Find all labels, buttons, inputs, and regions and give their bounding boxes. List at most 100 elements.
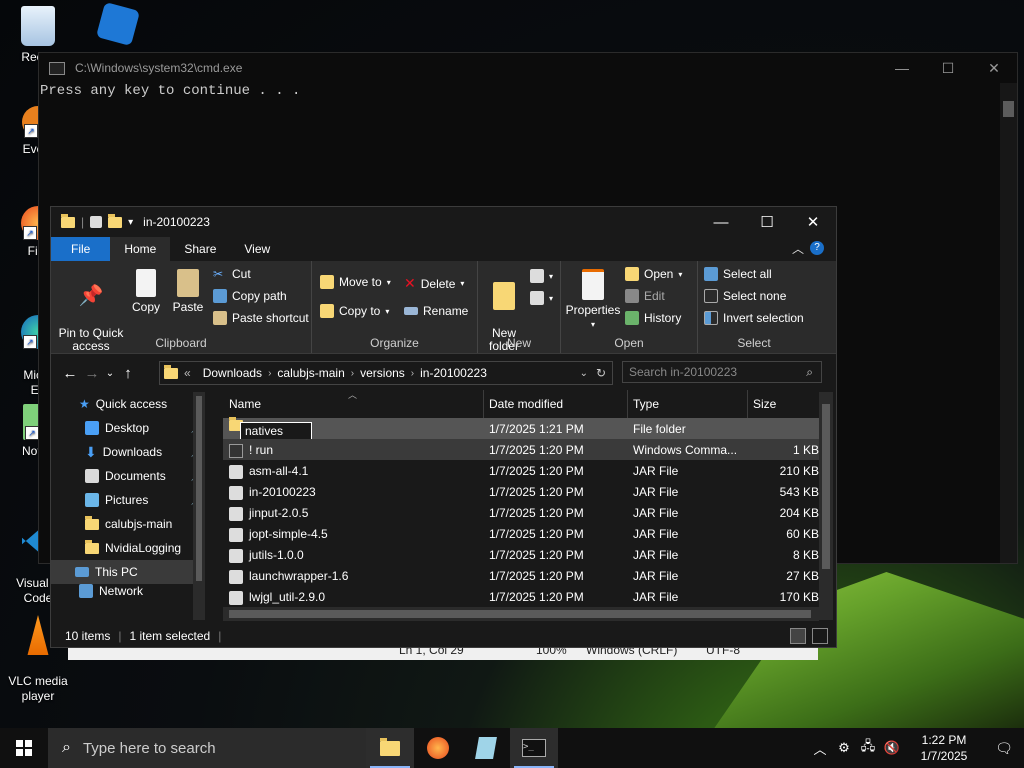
cut-button[interactable]: ✂ Cut xyxy=(213,267,251,281)
table-row[interactable]: launchwrapper-1.6 1/7/2025 1:20 PM JAR F… xyxy=(223,565,819,586)
navigation-scrollbar[interactable] xyxy=(193,392,205,620)
scissors-icon: ✂ xyxy=(213,267,224,281)
address-dropdown-icon[interactable]: ⌄ xyxy=(580,368,588,379)
start-button[interactable] xyxy=(0,728,48,768)
sidebar-item-pictures[interactable]: Pictures 📌 xyxy=(51,488,207,512)
breadcrumb-downloads[interactable]: Downloads xyxy=(203,366,262,380)
sidebar-item-quick-access[interactable]: ★ Quick access xyxy=(51,392,207,416)
help-icon[interactable]: ? xyxy=(810,241,824,255)
table-row[interactable]: jinput-2.0.5 1/7/2025 1:20 PM JAR File 2… xyxy=(223,502,819,523)
rename-button[interactable]: Rename xyxy=(404,304,468,318)
file-list-scrollbar[interactable] xyxy=(819,392,833,620)
invert-selection-button[interactable]: Invert selection xyxy=(704,311,804,325)
properties-quick-icon[interactable] xyxy=(90,216,103,228)
rename-input[interactable]: natives xyxy=(240,422,312,440)
tab-home[interactable]: Home xyxy=(110,237,171,261)
properties-button[interactable]: Properties ▾ xyxy=(565,269,621,331)
explorer-titlebar[interactable]: | ▾ in-20100223 — ☐ ✕ xyxy=(51,207,836,237)
table-row[interactable]: lwjgl_util-2.9.0 1/7/2025 1:20 PM JAR Fi… xyxy=(223,586,819,607)
column-size[interactable]: Size xyxy=(753,397,776,411)
close-button[interactable]: ✕ xyxy=(971,53,1017,83)
tab-share[interactable]: Share xyxy=(170,237,230,261)
cmd-scrollbar[interactable] xyxy=(1000,83,1017,563)
breadcrumb-in-20100223[interactable]: in-20100223 xyxy=(420,366,487,380)
sidebar-item-this-pc[interactable]: This PC xyxy=(51,560,193,584)
horizontal-scrollbar[interactable] xyxy=(223,607,819,621)
back-button[interactable]: ← xyxy=(59,365,81,382)
table-row[interactable]: natives 1/7/2025 1:21 PM File folder xyxy=(223,417,819,440)
refresh-icon[interactable]: ↻ xyxy=(596,366,606,380)
ethernet-icon[interactable]: 🖧 xyxy=(856,737,880,759)
paste-button[interactable]: Paste xyxy=(169,269,207,314)
forward-button[interactable]: → xyxy=(81,365,103,382)
chevron-right-icon[interactable]: › xyxy=(411,368,414,379)
file-explorer-window[interactable]: | ▾ in-20100223 — ☐ ✕ File Home Share Vi… xyxy=(50,206,837,648)
sidebar-item-network[interactable]: Network xyxy=(51,584,207,598)
taskbar-firefox[interactable] xyxy=(414,728,462,768)
taskbar-file-explorer[interactable] xyxy=(366,728,414,768)
paste-shortcut-button[interactable]: Paste shortcut xyxy=(213,311,309,325)
large-icons-view-icon[interactable] xyxy=(812,628,828,644)
column-name[interactable]: Name xyxy=(229,397,261,411)
scrollbar-thumb[interactable] xyxy=(822,404,830,569)
show-hidden-icons-icon[interactable]: ︿ xyxy=(808,739,832,758)
history-button[interactable]: History xyxy=(625,311,681,325)
clock[interactable]: 1:22 PM 1/7/2025 xyxy=(904,732,984,764)
sidebar-item-desktop[interactable]: Desktop 📌 xyxy=(51,416,207,440)
notifications-icon[interactable]: 🗨 xyxy=(984,740,1024,757)
tab-view[interactable]: View xyxy=(230,237,284,261)
select-none-button[interactable]: Select none xyxy=(704,289,786,303)
new-folder-quick-icon[interactable] xyxy=(108,213,123,228)
volume-muted-icon[interactable]: 🔇 xyxy=(880,740,904,756)
copy-to-button[interactable]: Copy to ▾ xyxy=(320,304,389,318)
column-date-modified[interactable]: Date modified xyxy=(489,397,563,411)
chevron-right-icon[interactable]: › xyxy=(268,368,271,379)
address-bar[interactable]: « Downloads › calubjs-main › versions › … xyxy=(159,361,613,385)
sidebar-item-calubjs-main[interactable]: calubjs-main xyxy=(51,512,207,536)
desktop-icon-roblox[interactable] xyxy=(80,1,156,47)
scrollbar-thumb[interactable] xyxy=(229,610,811,618)
close-button[interactable]: ✕ xyxy=(790,207,836,237)
table-row[interactable]: jutils-1.0.0 1/7/2025 1:20 PM JAR File 8… xyxy=(223,544,819,565)
chevron-right-icon[interactable]: › xyxy=(351,368,354,379)
column-type[interactable]: Type xyxy=(633,397,659,411)
sidebar-item-documents[interactable]: Documents 📌 xyxy=(51,464,207,488)
breadcrumb-versions[interactable]: versions xyxy=(360,366,405,380)
copy-button[interactable]: Copy xyxy=(129,269,163,314)
new-item-button[interactable]: ▾ xyxy=(530,269,553,283)
scrollbar-thumb[interactable] xyxy=(1003,101,1014,117)
network-status-icon[interactable]: ⚙ xyxy=(832,740,856,756)
search-input[interactable]: Search in-20100223 ⌕ xyxy=(622,361,822,383)
easy-access-button[interactable]: ▾ xyxy=(530,291,553,305)
breadcrumb-calubjs-main[interactable]: calubjs-main xyxy=(277,366,344,380)
cmd-titlebar[interactable]: C:\Windows\system32\cmd.exe xyxy=(39,53,1017,83)
taskbar-terminal[interactable]: >_ xyxy=(510,728,558,768)
recent-locations-icon[interactable]: ⌄ xyxy=(103,368,117,379)
up-button[interactable]: ↑ xyxy=(117,365,139,382)
open-button[interactable]: Open ▾ xyxy=(625,267,682,281)
delete-button[interactable]: ✕ Delete ▾ xyxy=(404,275,464,292)
table-row[interactable]: jopt-simple-4.5 1/7/2025 1:20 PM JAR Fil… xyxy=(223,523,819,544)
breadcrumb-overflow[interactable]: « xyxy=(184,366,191,380)
table-row[interactable]: ! run 1/7/2025 1:20 PM Windows Comma... … xyxy=(223,439,819,460)
collapse-ribbon-icon[interactable]: ︿ xyxy=(792,240,804,257)
select-all-button[interactable]: Select all xyxy=(704,267,772,281)
edit-button[interactable]: Edit xyxy=(625,289,665,303)
minimize-button[interactable]: — xyxy=(698,207,744,237)
sidebar-item-downloads[interactable]: ⬇ Downloads 📌 xyxy=(51,440,207,464)
tab-file[interactable]: File xyxy=(51,237,111,261)
customize-quick-access-icon[interactable]: ▾ xyxy=(128,217,133,228)
table-row[interactable]: asm-all-4.1 1/7/2025 1:20 PM JAR File 21… xyxy=(223,460,819,481)
sidebar-item-nvidialogging[interactable]: NvidiaLogging xyxy=(51,536,207,560)
history-icon xyxy=(625,311,639,325)
scrollbar-thumb[interactable] xyxy=(196,396,202,581)
details-view-icon[interactable] xyxy=(790,628,806,644)
maximize-button[interactable]: ☐ xyxy=(744,207,790,237)
taskbar-notepad[interactable] xyxy=(462,728,510,768)
move-to-button[interactable]: Move to ▾ xyxy=(320,275,391,289)
minimize-button[interactable]: — xyxy=(879,53,925,83)
copy-path-button[interactable]: Copy path xyxy=(213,289,287,303)
taskbar-search[interactable]: ⌕ Type here to search xyxy=(48,728,366,768)
table-row[interactable]: in-20100223 1/7/2025 1:20 PM JAR File 54… xyxy=(223,481,819,502)
maximize-button[interactable]: ☐ xyxy=(925,53,971,83)
